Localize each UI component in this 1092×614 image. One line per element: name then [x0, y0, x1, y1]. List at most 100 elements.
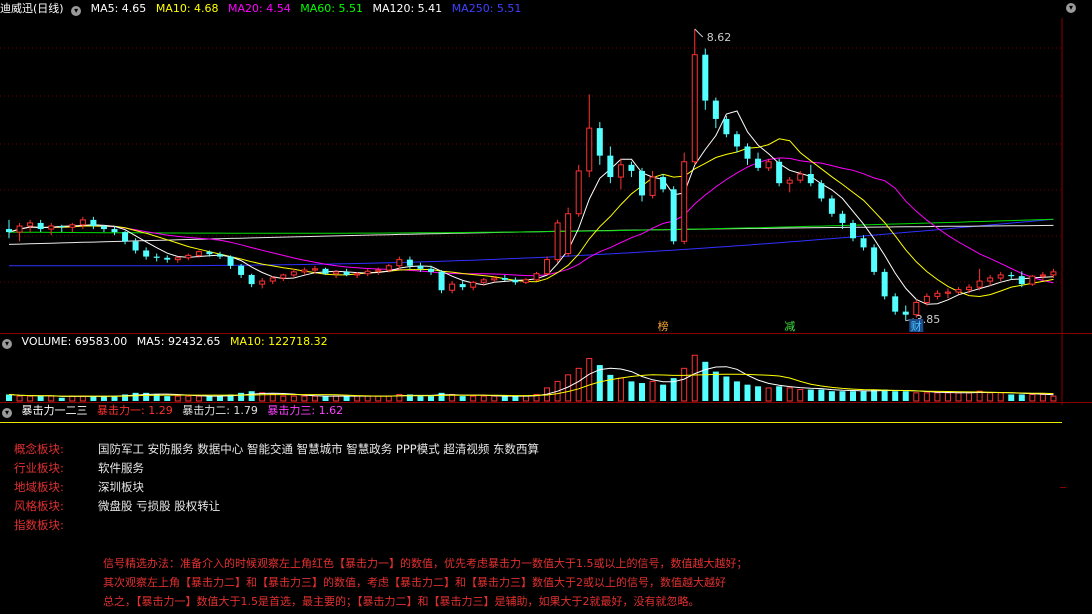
candle-body — [6, 229, 12, 233]
volume-bar — [765, 387, 772, 402]
high-marker-arrow — [694, 28, 704, 38]
index-sector-label: 指数板块: — [14, 518, 64, 532]
signal-line-2: 其次观察左上角【暴击力二】和【暴击力三】的数值，考虑【暴击力二】和【暴击力三】数… — [103, 576, 726, 589]
volume-bar — [385, 395, 392, 402]
volume-bar — [944, 392, 951, 402]
candle-body — [797, 173, 804, 181]
volume-bar — [174, 395, 181, 402]
volume-bar — [702, 361, 709, 401]
volume-bar — [850, 391, 856, 401]
volume-bar — [217, 396, 223, 401]
candle-body — [850, 222, 856, 239]
candle-body — [902, 311, 909, 315]
candle-body — [987, 277, 994, 282]
region-sector-row: 地域板块: 深圳板块 — [0, 479, 1092, 495]
candle-body — [955, 289, 962, 293]
axis-tick — [1060, 487, 1066, 488]
volume-bar — [470, 395, 477, 402]
candle-body — [586, 127, 593, 172]
candle-body — [259, 280, 266, 285]
candle-body — [459, 284, 466, 288]
volume-bar — [691, 354, 698, 402]
candle-body — [533, 273, 540, 281]
stock-chart-window: { "header": { "stock_name": "迪威迅(日线)", "… — [0, 0, 1092, 614]
candle-body — [660, 177, 667, 190]
candle-body — [681, 161, 688, 242]
candle-body — [512, 279, 519, 283]
candle-body — [554, 222, 561, 261]
volume-bar — [322, 396, 329, 401]
volume-bar — [923, 392, 930, 402]
volume-bar — [238, 392, 245, 401]
volume-bar — [881, 389, 888, 401]
candle-body — [786, 179, 793, 184]
volume-bar — [354, 395, 361, 402]
candle-body — [470, 281, 477, 288]
industry-sector-value: 软件服务 — [98, 461, 144, 475]
candle-body — [881, 271, 888, 297]
volume-bar — [195, 395, 202, 402]
candle-body — [396, 259, 403, 267]
style-sector-label: 风格板块: — [14, 499, 64, 513]
volume-bar — [248, 391, 255, 401]
candle-body — [301, 269, 308, 273]
event-marker-2: 减 — [784, 320, 795, 333]
candle-body — [860, 238, 867, 248]
candle-body — [354, 273, 361, 276]
candle-body — [27, 222, 34, 227]
volume-bar — [997, 392, 1004, 402]
vol-ma5-label: MA5: 92432.65 — [136, 335, 221, 348]
volume-bar — [428, 396, 434, 401]
volume-bar — [280, 395, 287, 402]
candle-body — [153, 256, 160, 258]
high-price-label: 8.62 — [707, 31, 732, 44]
volume-bar — [723, 376, 730, 401]
volume-bar — [607, 374, 614, 401]
indicator-legend: ▾ 暴击力一二三 暴击力一: 1.29 暴击力二: 1.79 暴击力三: 1.6… — [0, 403, 349, 419]
candle-body — [449, 283, 456, 291]
candle-body — [1008, 274, 1015, 277]
volume-bar — [955, 392, 962, 402]
volume-bar — [37, 396, 44, 401]
candle-body — [565, 213, 572, 255]
candle-body — [1039, 274, 1046, 277]
candle-body — [100, 226, 107, 230]
chevron-down-icon[interactable]: ▾ — [2, 339, 12, 349]
industry-sector-label: 行业板块: — [14, 461, 64, 475]
indicator-1-label: 暴击力一: 1.29 — [97, 404, 173, 417]
ma60-line — [8, 218, 1054, 234]
candle-body — [639, 170, 645, 196]
candle-body — [290, 271, 297, 276]
style-sector-value: 微盘股 亏损股 股权转让 — [98, 499, 221, 513]
candle-body — [428, 268, 434, 272]
candle-body — [871, 247, 878, 272]
volume-bar — [132, 392, 139, 401]
candle-body — [364, 270, 371, 275]
candle-body — [670, 189, 677, 242]
volume-bar — [417, 396, 424, 401]
chevron-down-icon[interactable]: ▾ — [2, 408, 12, 418]
region-sector-label: 地域板块: — [14, 480, 64, 494]
volume-bar — [311, 395, 318, 402]
candle-body — [617, 164, 624, 178]
candle-body — [733, 134, 740, 147]
volume-bar — [269, 393, 276, 402]
concept-sector-label: 概念板块: — [14, 442, 64, 456]
candle-body — [1029, 275, 1036, 285]
candle-body — [934, 292, 941, 297]
candle-body — [776, 161, 783, 184]
candle-body — [111, 229, 118, 233]
candle-body — [164, 257, 171, 260]
candle-body — [269, 277, 276, 282]
volume-bar — [16, 395, 23, 402]
candle-body — [238, 265, 245, 275]
volume-bar — [206, 396, 213, 401]
volume-bar — [164, 396, 171, 401]
candle-body — [575, 170, 582, 215]
candle-body — [997, 274, 1004, 279]
volume-bar — [681, 367, 688, 402]
indicator-2-label: 暴击力二: 1.79 — [182, 404, 258, 417]
candle-body — [217, 254, 223, 257]
candle-body — [818, 183, 825, 199]
candle-body — [122, 232, 129, 242]
